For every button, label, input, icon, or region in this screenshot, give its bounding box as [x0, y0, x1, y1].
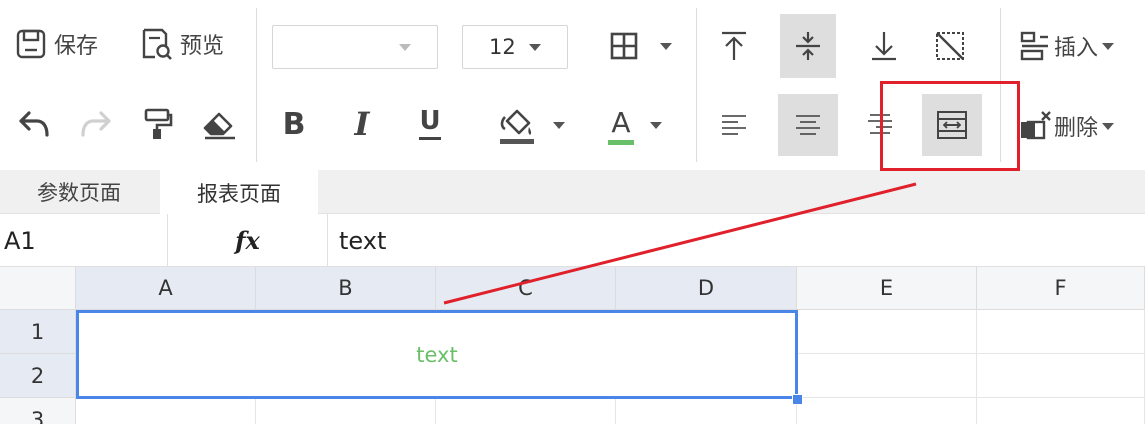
column-header-b[interactable]: B	[256, 267, 436, 310]
insert-label: 插入	[1054, 36, 1099, 61]
chevron-down-icon	[660, 42, 672, 50]
tab-label: 参数页面	[37, 181, 121, 205]
align-left-button[interactable]	[706, 94, 762, 156]
formula-input[interactable]: text	[329, 214, 1145, 267]
cell-f3[interactable]	[977, 398, 1145, 424]
cell-b3[interactable]	[256, 398, 436, 424]
redo-icon	[81, 111, 111, 137]
fill-color-dropdown[interactable]	[496, 100, 568, 150]
redo-button[interactable]	[78, 104, 114, 144]
chevron-down-icon	[399, 44, 411, 51]
fill-handle[interactable]	[792, 394, 803, 405]
border-dropdown[interactable]	[604, 24, 676, 68]
tab-label: 报表页面	[197, 181, 281, 206]
row-header-2[interactable]: 2	[0, 354, 76, 398]
chevron-down-icon	[553, 121, 565, 129]
delete-label: 删除	[1054, 116, 1099, 141]
toolbar-divider	[256, 8, 257, 162]
font-size-select[interactable]: 12	[462, 25, 568, 69]
tab-report-page[interactable]: 报表页面	[160, 170, 318, 215]
bold-label: B	[282, 106, 306, 142]
border-icon	[610, 32, 638, 60]
undo-icon	[19, 111, 49, 137]
chevron-down-icon	[1102, 42, 1115, 50]
cell-e3[interactable]	[797, 398, 977, 424]
font-color-bar	[608, 139, 634, 145]
format-painter-icon	[144, 108, 173, 139]
cell-a3[interactable]	[76, 398, 256, 424]
row-header-1[interactable]: 1	[0, 310, 76, 354]
underline-label: U	[419, 105, 441, 136]
annotation-highlight-box	[880, 81, 1020, 171]
cell-d3[interactable]	[616, 398, 797, 424]
insert-dropdown[interactable]: 插入	[1018, 24, 1115, 68]
column-header-d[interactable]: D	[616, 267, 797, 310]
font-family-select[interactable]	[272, 25, 438, 69]
clear-format-button[interactable]	[200, 104, 238, 144]
row-header-3[interactable]: 3	[0, 398, 76, 424]
preview-icon	[142, 28, 172, 60]
align-middle-icon	[796, 32, 820, 60]
cell-f1[interactable]	[977, 310, 1145, 354]
auto-wrap-button[interactable]	[922, 14, 978, 78]
column-header-c[interactable]: C	[436, 267, 616, 310]
align-left-icon	[722, 115, 746, 135]
cell-reference-box[interactable]: A1	[0, 214, 168, 267]
save-label: 保存	[54, 34, 99, 59]
chevron-down-icon	[650, 121, 662, 129]
format-painter-button[interactable]	[140, 104, 176, 144]
toolbar-divider	[696, 8, 697, 162]
fill-bucket-icon	[500, 109, 532, 135]
align-center-button[interactable]	[778, 94, 838, 156]
bold-button[interactable]: B	[276, 102, 312, 146]
align-top-icon	[722, 31, 746, 60]
preview-button[interactable]: 预览	[138, 22, 224, 66]
align-bottom-button[interactable]	[856, 14, 912, 78]
fill-color-bar	[500, 138, 534, 144]
tab-parameter-page[interactable]: 参数页面	[0, 170, 158, 214]
merged-cell-a1-d2[interactable]: text	[76, 310, 798, 399]
sheet-tabs: 参数页面 报表页面	[0, 170, 1145, 215]
cell-f2[interactable]	[977, 354, 1145, 398]
cell-e2[interactable]	[797, 354, 977, 398]
align-center-icon	[796, 115, 820, 135]
insert-row-icon	[1020, 31, 1048, 61]
no-border-icon	[936, 32, 964, 60]
cell-e1[interactable]	[797, 310, 977, 354]
column-header-a[interactable]: A	[76, 267, 256, 310]
font-color-label: A	[611, 105, 631, 139]
undo-button[interactable]	[16, 104, 52, 144]
fx-icon[interactable]: fx	[168, 214, 328, 267]
save-icon	[16, 29, 46, 59]
align-middle-button[interactable]	[780, 14, 836, 78]
save-button[interactable]: 保存	[14, 22, 98, 66]
font-color-dropdown[interactable]: A	[604, 100, 666, 150]
cell-c3[interactable]	[436, 398, 616, 424]
underline-button[interactable]: U	[412, 100, 448, 146]
italic-button[interactable]: I	[344, 102, 380, 146]
formula-bar: A1 fx text	[0, 214, 1145, 267]
font-size-value: 12	[489, 35, 516, 59]
align-bottom-icon	[872, 32, 896, 61]
column-header-e[interactable]: E	[797, 267, 977, 310]
underline-bar	[419, 136, 441, 140]
select-all-corner[interactable]	[0, 267, 76, 310]
column-header-f[interactable]: F	[977, 267, 1145, 310]
merged-cell-text: text	[416, 342, 458, 367]
italic-label: I	[354, 105, 370, 143]
eraser-icon	[203, 112, 235, 140]
spreadsheet-grid: A B C D E F 1 2 3 text	[0, 267, 1145, 424]
chevron-down-icon	[529, 44, 541, 51]
delete-cell-icon	[1021, 111, 1051, 140]
chevron-down-icon	[1102, 122, 1115, 130]
preview-label: 预览	[180, 34, 225, 59]
align-top-button[interactable]	[706, 14, 762, 78]
delete-dropdown[interactable]: 删除	[1018, 104, 1115, 148]
